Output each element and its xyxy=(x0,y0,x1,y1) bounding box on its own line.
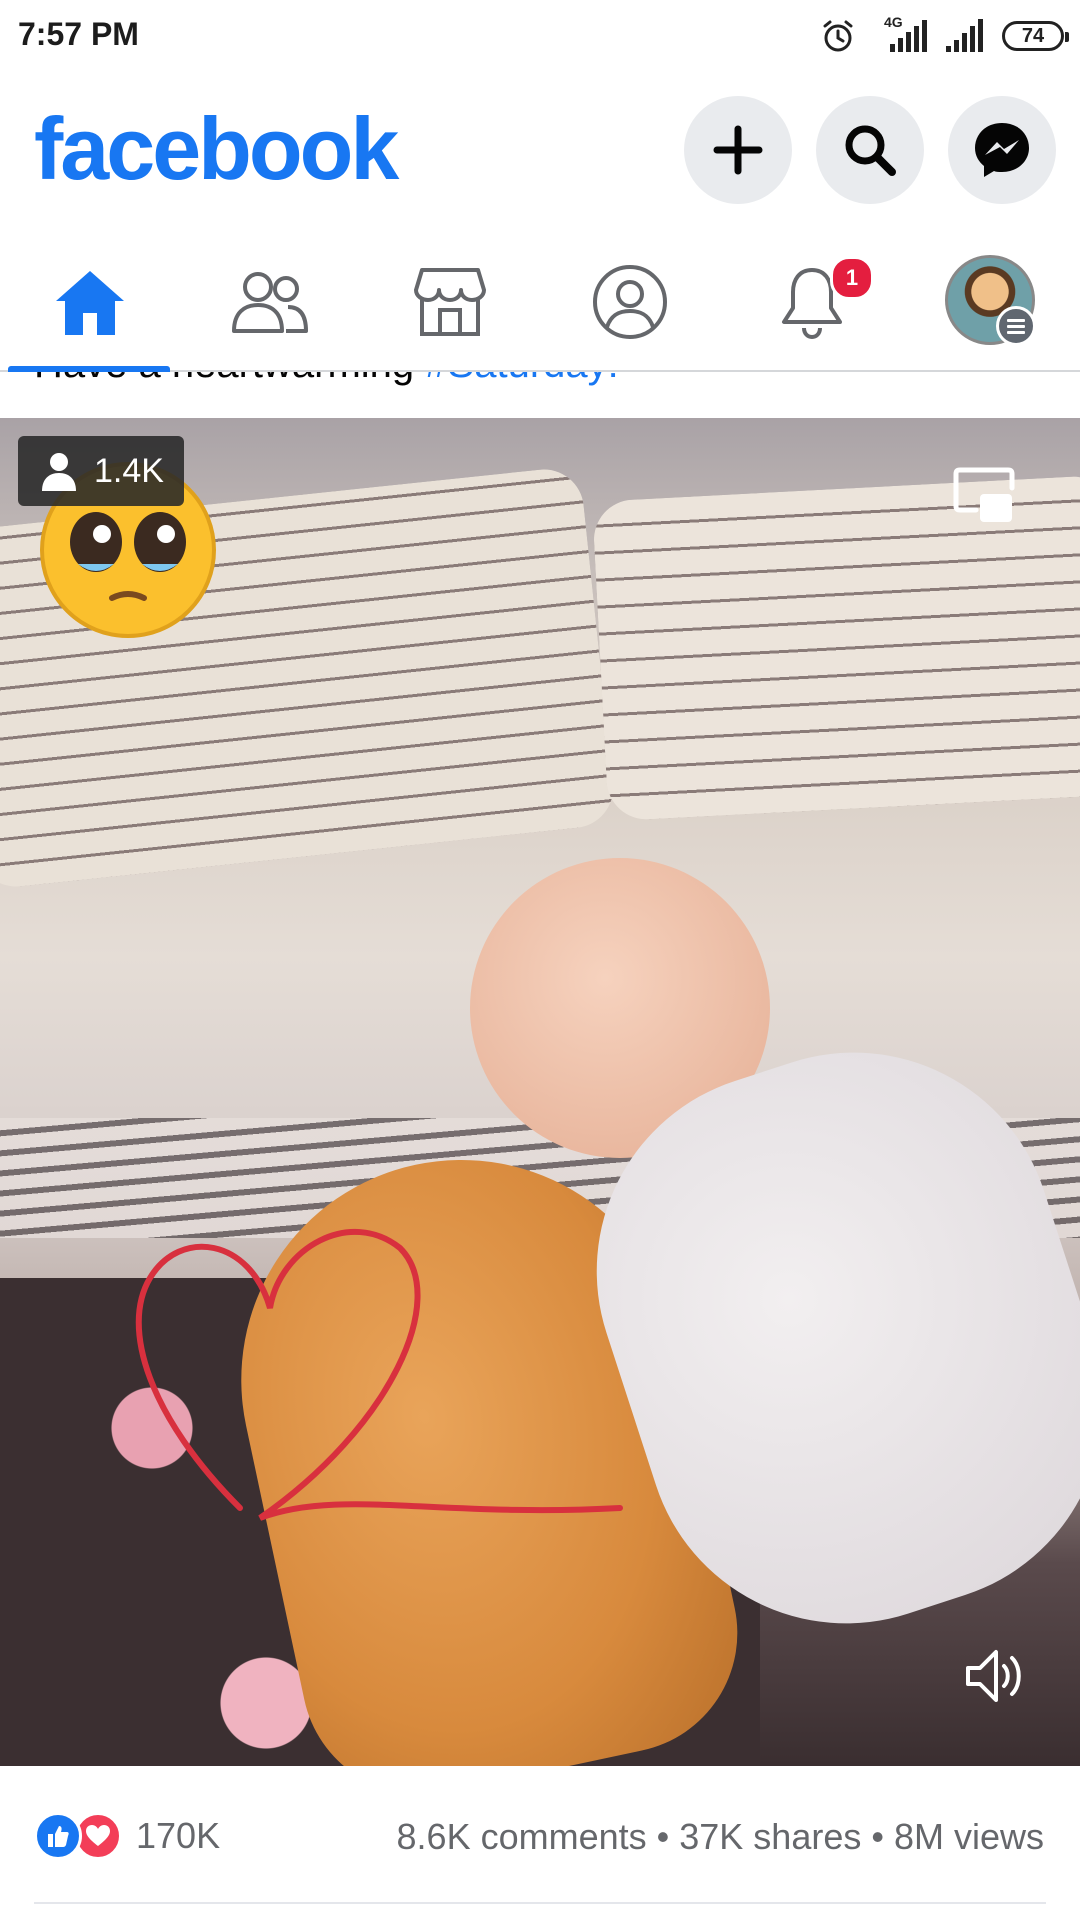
status-icons: 4G 74 xyxy=(820,14,1069,58)
battery-icon: 74 xyxy=(1002,21,1069,51)
tab-friends[interactable] xyxy=(220,252,320,352)
friends-icon xyxy=(232,272,308,333)
heart-doodle xyxy=(135,1228,623,1521)
caption-text: Have a heartwarming xyxy=(34,372,425,386)
app-header: facebook xyxy=(0,72,1080,232)
facebook-logo[interactable]: facebook xyxy=(34,98,399,200)
reactions-summary[interactable]: 170K xyxy=(34,1812,220,1860)
post-stats[interactable]: 8.6K comments • 37K shares • 8M views xyxy=(397,1816,1044,1858)
plus-icon xyxy=(713,125,763,175)
picture-in-picture-icon xyxy=(953,467,1015,522)
divider xyxy=(34,1902,1046,1904)
person-icon xyxy=(42,453,76,491)
post-caption: Have a heartwarming #Saturday! xyxy=(34,372,619,387)
signal-icon xyxy=(946,19,983,52)
menu-icon[interactable] xyxy=(996,306,1036,346)
search-icon xyxy=(845,125,896,176)
tab-home[interactable] xyxy=(40,252,140,352)
picture-in-picture-button[interactable] xyxy=(952,466,1016,531)
signal-4g-icon: 4G xyxy=(870,14,930,56)
create-button[interactable] xyxy=(684,96,792,204)
tab-profile[interactable] xyxy=(580,252,680,352)
marketplace-icon xyxy=(414,268,486,336)
speaker-icon xyxy=(966,1650,1021,1702)
hashtag-link[interactable]: #Saturday! xyxy=(425,372,618,386)
notification-badge: 1 xyxy=(830,256,874,300)
alarm-icon xyxy=(823,20,853,52)
post-footer: 170K 8.6K comments • 37K shares • 8M vie… xyxy=(0,1766,1080,1920)
messenger-button[interactable] xyxy=(948,96,1056,204)
post-caption-container: Have a heartwarming #Saturday! xyxy=(0,372,1080,400)
messenger-icon xyxy=(975,123,1029,177)
status-time: 7:57 PM xyxy=(18,16,139,52)
home-icon xyxy=(56,271,124,335)
search-button[interactable] xyxy=(816,96,924,204)
like-reaction-icon xyxy=(34,1812,82,1860)
sound-toggle-button[interactable] xyxy=(962,1644,1026,1713)
viewer-count-badge: 1.4K xyxy=(18,436,184,506)
profile-icon xyxy=(593,265,667,339)
post-video[interactable]: 1.4K xyxy=(0,418,1080,1766)
status-bar: 7:57 PM 4G 74 xyxy=(0,0,1080,72)
viewer-count: 1.4K xyxy=(94,451,164,490)
tab-marketplace[interactable] xyxy=(400,252,500,352)
tab-bar: 1 xyxy=(0,232,1080,372)
reactions-count: 170K xyxy=(136,1815,221,1856)
